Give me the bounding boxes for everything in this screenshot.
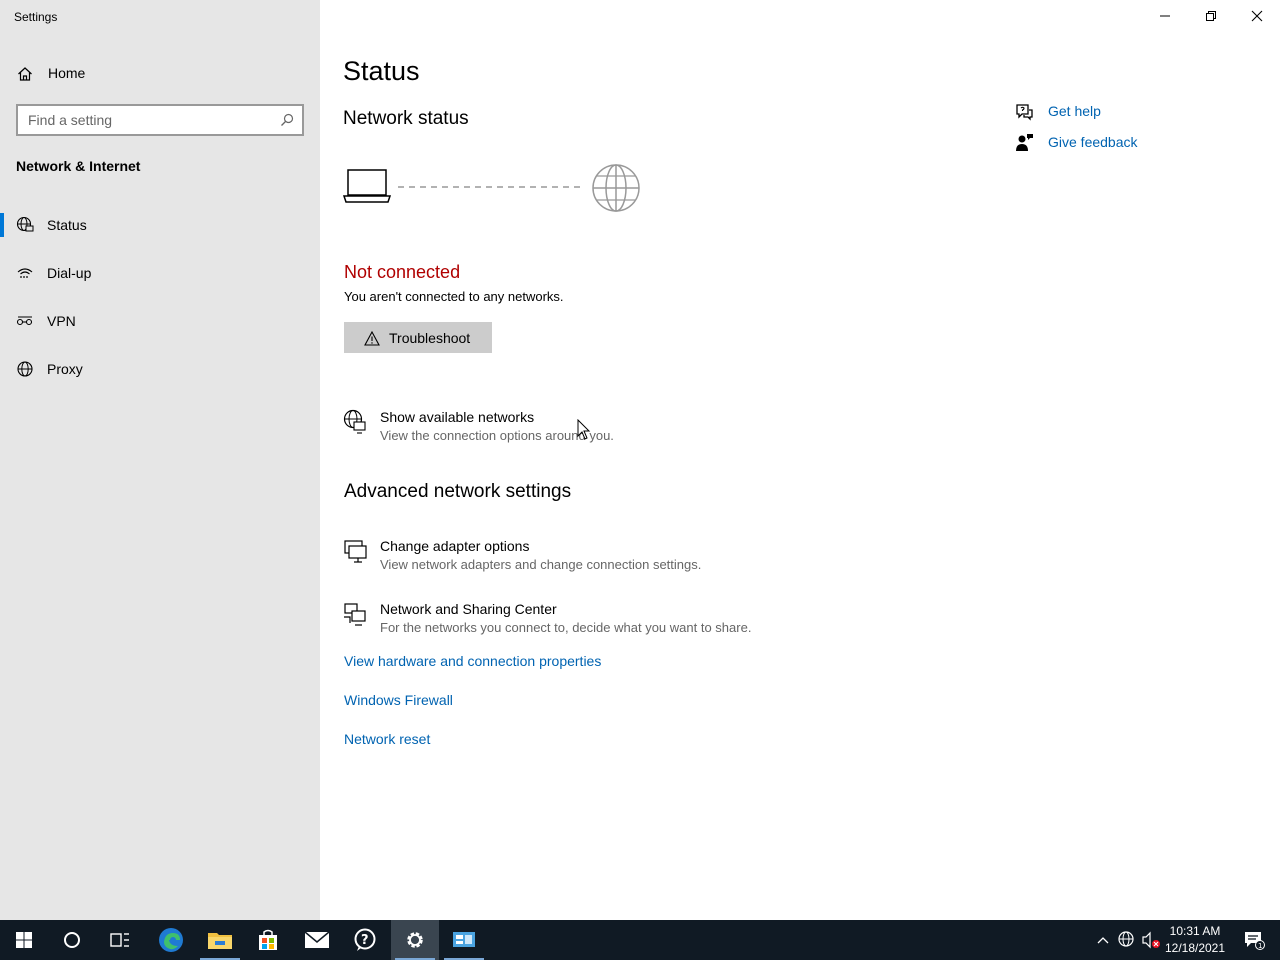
control-panel-icon [453, 932, 475, 947]
close-button[interactable] [1234, 0, 1280, 32]
clock-date: 12/18/2021 [1164, 941, 1226, 955]
home-label: Home [48, 65, 86, 81]
sidebar-item-dial-up[interactable]: Dial-up [0, 253, 320, 293]
edge-icon [159, 928, 183, 952]
feedback-person-icon [1016, 134, 1033, 151]
mail-icon [304, 931, 330, 948]
svg-text:?: ? [361, 933, 369, 948]
network-status-heading: Network status [343, 108, 469, 129]
mail-button[interactable] [293, 920, 341, 960]
sharing-center-icon [344, 603, 366, 626]
show-available-networks[interactable]: Show available networks View the connect… [342, 409, 802, 453]
get-help-label: Get help [1048, 103, 1101, 119]
option-description: For the networks you connect to, decide … [380, 620, 752, 635]
start-icon [16, 932, 32, 948]
globe-monitor-icon [16, 216, 34, 232]
help-chat-icon [1016, 104, 1033, 121]
home-icon [18, 67, 32, 81]
sidebar-item-status[interactable]: Status [0, 205, 320, 245]
vpn-icon [16, 316, 33, 326]
sidebar-item-vpn[interactable]: VPN [0, 301, 320, 341]
view-hardware-link[interactable]: View hardware and connection properties [344, 653, 601, 669]
connection-status-description: You aren't connected to any networks. [344, 289, 564, 304]
minimize-icon [1160, 15, 1170, 17]
give-feedback-label: Give feedback [1048, 134, 1138, 150]
store-button[interactable] [244, 920, 292, 960]
restore-button[interactable] [1188, 0, 1234, 32]
advanced-settings-heading: Advanced network settings [344, 481, 572, 502]
settings-icon [407, 932, 423, 948]
sidebar-item-label: VPN [47, 313, 76, 329]
dialup-icon [17, 268, 33, 278]
troubleshoot-button[interactable]: Troubleshoot [344, 322, 492, 353]
network-status-diagram [343, 164, 640, 212]
file-explorer-icon [208, 933, 232, 949]
network-reset-link[interactable]: Network reset [344, 731, 430, 747]
sidebar-item-label: Status [47, 217, 87, 233]
restore-icon [1206, 11, 1216, 21]
search-circle-icon [64, 932, 80, 948]
taskbar: ? 10:31 AM 12/18/2021 1 [0, 920, 1280, 960]
section-title: Network & Internet [16, 158, 141, 174]
internet-globe-icon [592, 164, 640, 212]
sidebar-item-label: Dial-up [47, 265, 92, 281]
option-title: Change adapter options [380, 538, 530, 554]
get-help-icon: ? [354, 928, 376, 951]
troubleshoot-label: Troubleshoot [389, 330, 471, 346]
notification-count: 1 [1258, 942, 1262, 950]
control-panel-button[interactable] [440, 920, 488, 960]
task-view-icon [110, 933, 129, 947]
sidebar-item-home[interactable]: Home [0, 56, 320, 92]
network-sharing-center[interactable]: Network and Sharing Center For the netwo… [342, 601, 802, 645]
sidebar: Settings Home Network & Internet Status [0, 0, 320, 920]
action-center-button[interactable]: 1 [1234, 920, 1274, 960]
task-view-button[interactable] [96, 920, 144, 960]
globe-network-icon [343, 409, 366, 434]
option-title: Show available networks [380, 409, 535, 425]
show-hidden-icons-button[interactable] [1092, 920, 1114, 960]
laptop-icon [343, 169, 392, 203]
option-description: View network adapters and change connect… [380, 557, 702, 572]
search-icon[interactable] [280, 113, 294, 127]
volume-muted-icon [1142, 931, 1160, 949]
active-indicator [0, 213, 4, 237]
store-icon [259, 929, 277, 950]
minimize-button[interactable] [1142, 0, 1188, 32]
option-title: Network and Sharing Center [380, 601, 557, 617]
change-adapter-options[interactable]: Change adapter options View network adap… [342, 538, 802, 582]
search-box[interactable] [16, 104, 304, 136]
notification-icon: 1 [1245, 932, 1265, 950]
clock-time: 10:31 AM [1169, 924, 1221, 938]
network-tray-button[interactable] [1115, 920, 1139, 960]
search-taskbar-button[interactable] [48, 920, 96, 960]
get-help-app-button[interactable]: ? [342, 920, 390, 960]
settings-app-button[interactable] [391, 920, 439, 960]
edge-button[interactable] [147, 920, 195, 960]
windows-firewall-link[interactable]: Windows Firewall [344, 692, 453, 708]
network-disconnected-icon [1118, 931, 1134, 947]
sidebar-item-proxy[interactable]: Proxy [0, 349, 320, 389]
globe-icon [17, 361, 33, 377]
warning-icon [364, 331, 380, 346]
clock[interactable]: 10:31 AM 12/18/2021 [1160, 923, 1230, 957]
chevron-up-icon [1097, 937, 1109, 944]
app-title: Settings [14, 10, 58, 24]
file-explorer-button[interactable] [196, 920, 244, 960]
page-title: Status [343, 56, 420, 86]
sidebar-item-label: Proxy [47, 361, 83, 377]
mouse-cursor-icon [577, 419, 591, 440]
adapter-icon [344, 540, 367, 563]
start-button[interactable] [0, 920, 48, 960]
connection-status: Not connected [344, 262, 461, 282]
search-input[interactable] [18, 112, 268, 128]
close-icon [1251, 10, 1263, 22]
